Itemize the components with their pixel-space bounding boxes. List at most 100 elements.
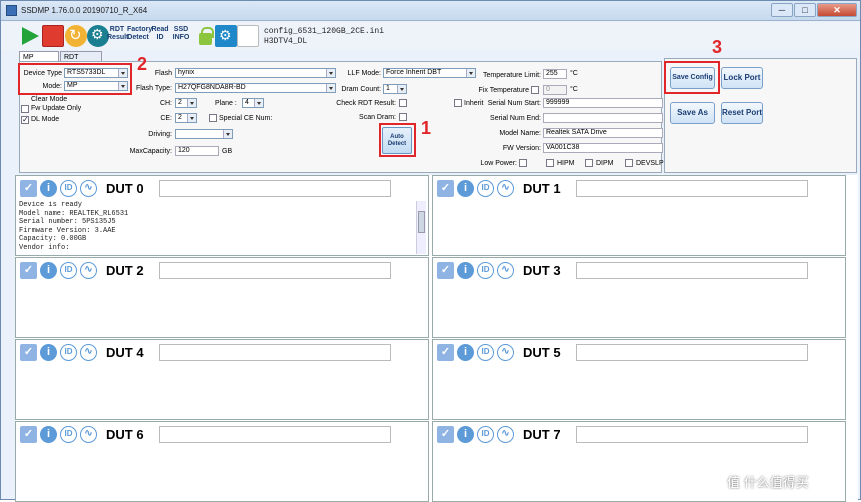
reset-port-button[interactable]: Reset Port bbox=[721, 102, 763, 124]
maxcapacity-unit: GB bbox=[222, 148, 233, 155]
check-icon[interactable]: ✓ bbox=[437, 180, 454, 197]
dipm-checkbox[interactable] bbox=[585, 159, 593, 167]
dl-mode-checkbox[interactable] bbox=[21, 115, 29, 124]
dut-log bbox=[19, 283, 416, 336]
flash-select[interactable]: hynix bbox=[175, 68, 336, 78]
check-icon[interactable]: ✓ bbox=[20, 426, 37, 443]
ch-select[interactable]: 2 bbox=[175, 98, 197, 108]
driving-select[interactable] bbox=[175, 129, 233, 139]
id-icon[interactable]: ID bbox=[477, 344, 494, 361]
fw-update-only-checkbox[interactable] bbox=[21, 105, 29, 113]
fw-version-field[interactable]: VA001C38 bbox=[543, 143, 663, 153]
temp-limit-unit: °C bbox=[570, 70, 578, 77]
rdt-result-button[interactable]: RDT Result bbox=[107, 26, 128, 42]
waveform-icon[interactable]: ∿ bbox=[497, 344, 514, 361]
info-icon[interactable]: i bbox=[40, 262, 57, 279]
check-icon[interactable]: ✓ bbox=[20, 180, 37, 197]
devslp-checkbox[interactable] bbox=[625, 159, 633, 167]
ssd-info-button[interactable]: SSD INFO bbox=[171, 26, 191, 42]
info-icon[interactable]: i bbox=[40, 180, 57, 197]
save-as-button[interactable]: Save As bbox=[670, 102, 715, 124]
dut-panel-1: ✓ i ID ∿ DUT 1 bbox=[432, 175, 846, 256]
id-icon[interactable]: ID bbox=[60, 262, 77, 279]
dut-log bbox=[436, 365, 833, 418]
minimize-button[interactable]: ─ bbox=[771, 3, 793, 17]
id-icon[interactable]: ID bbox=[60, 426, 77, 443]
id-icon[interactable]: ID bbox=[60, 344, 77, 361]
fix-temp-field[interactable]: 0 bbox=[543, 85, 567, 95]
scrollbar-thumb[interactable] bbox=[418, 211, 425, 233]
model-name-label: Model Name: bbox=[499, 130, 541, 137]
check-rdt-checkbox[interactable] bbox=[399, 99, 407, 107]
lock-icon[interactable] bbox=[194, 25, 216, 47]
fix-temp-checkbox[interactable] bbox=[531, 86, 539, 94]
dut-name: DUT 5 bbox=[523, 345, 561, 360]
waveform-icon[interactable]: ∿ bbox=[497, 180, 514, 197]
stop-icon[interactable] bbox=[42, 25, 64, 47]
info-icon[interactable]: i bbox=[457, 344, 474, 361]
dram-count-select[interactable]: 1 bbox=[383, 84, 407, 94]
info-icon[interactable]: i bbox=[40, 344, 57, 361]
close-button[interactable]: ✕ bbox=[817, 3, 857, 17]
info-icon[interactable]: i bbox=[457, 426, 474, 443]
ce-select[interactable]: 2 bbox=[175, 113, 197, 123]
scan-dram-checkbox[interactable] bbox=[399, 113, 407, 121]
plane-select[interactable]: 4 bbox=[242, 98, 264, 108]
serial-end-field[interactable] bbox=[543, 113, 663, 123]
check-icon[interactable]: ✓ bbox=[20, 262, 37, 279]
dut-panel-0: ✓ i ID ∿ DUT 0 Device is ready Model nam… bbox=[15, 175, 429, 256]
temp-limit-field[interactable]: 255 bbox=[543, 69, 567, 79]
check-rdt-label: Check RDT Result: bbox=[336, 100, 396, 107]
special-ce-checkbox[interactable] bbox=[209, 114, 217, 122]
dram-count-value: 1 bbox=[386, 85, 390, 92]
id-icon[interactable]: ID bbox=[60, 180, 77, 197]
waveform-icon[interactable]: ∿ bbox=[80, 426, 97, 443]
settings-icon[interactable] bbox=[87, 25, 109, 47]
maximize-button[interactable]: □ bbox=[794, 3, 816, 17]
dram-count-label: Dram Count: bbox=[341, 86, 381, 93]
dut-log: Device is ready Model name: REALTEK_RL65… bbox=[19, 201, 129, 252]
id-icon[interactable]: ID bbox=[477, 426, 494, 443]
dut-name: DUT 1 bbox=[523, 181, 561, 196]
fw-version-label: FW Version: bbox=[502, 145, 541, 152]
maxcapacity-label: MaxCapacity: bbox=[129, 148, 172, 155]
waveform-icon[interactable]: ∿ bbox=[497, 426, 514, 443]
ch-value: 2 bbox=[178, 99, 182, 106]
check-icon[interactable]: ✓ bbox=[437, 426, 454, 443]
play-icon[interactable] bbox=[19, 25, 41, 47]
low-power-checkbox[interactable] bbox=[519, 159, 527, 167]
check-icon[interactable]: ✓ bbox=[437, 262, 454, 279]
llf-mode-select[interactable]: Force Inherit DBT bbox=[383, 68, 476, 78]
waveform-icon[interactable]: ∿ bbox=[80, 344, 97, 361]
read-id-button[interactable]: Read ID bbox=[150, 26, 170, 42]
check-icon[interactable]: ✓ bbox=[437, 344, 454, 361]
dut-log bbox=[19, 447, 416, 500]
waveform-icon[interactable]: ∿ bbox=[80, 180, 97, 197]
toolbar: RDT Result Factory Detect Read ID SSD IN… bbox=[1, 22, 860, 50]
serial-start-label: Serial Num Start: bbox=[487, 100, 541, 107]
dut-log bbox=[19, 365, 416, 418]
check-icon[interactable]: ✓ bbox=[20, 344, 37, 361]
document-icon[interactable] bbox=[237, 25, 259, 47]
gear-icon[interactable] bbox=[215, 25, 237, 47]
waveform-icon[interactable]: ∿ bbox=[80, 262, 97, 279]
window-title: SSDMP 1.76.0.0 20190710_R_X64 bbox=[21, 6, 148, 15]
flash-label: Flash bbox=[154, 70, 172, 77]
refresh-icon[interactable] bbox=[65, 25, 87, 47]
inherit-checkbox[interactable] bbox=[454, 99, 462, 107]
info-icon[interactable]: i bbox=[457, 180, 474, 197]
info-icon[interactable]: i bbox=[40, 426, 57, 443]
hipm-checkbox[interactable] bbox=[546, 159, 554, 167]
info-icon[interactable]: i bbox=[457, 262, 474, 279]
id-icon[interactable]: ID bbox=[477, 180, 494, 197]
fix-temp-unit: °C bbox=[570, 86, 578, 93]
maxcapacity-field[interactable]: 120 bbox=[175, 146, 219, 156]
lock-port-button[interactable]: Lock Port bbox=[721, 67, 763, 89]
factory-detect-button[interactable]: Factory Detect bbox=[127, 26, 152, 42]
flash-type-select[interactable]: H27QFG8NDA8R-BD bbox=[175, 83, 336, 93]
serial-start-field[interactable]: 999999 bbox=[543, 98, 663, 108]
model-name-field[interactable]: Realtek SATA Drive bbox=[543, 128, 663, 138]
waveform-icon[interactable]: ∿ bbox=[497, 262, 514, 279]
dut-log-scrollbar[interactable] bbox=[416, 201, 426, 254]
id-icon[interactable]: ID bbox=[477, 262, 494, 279]
